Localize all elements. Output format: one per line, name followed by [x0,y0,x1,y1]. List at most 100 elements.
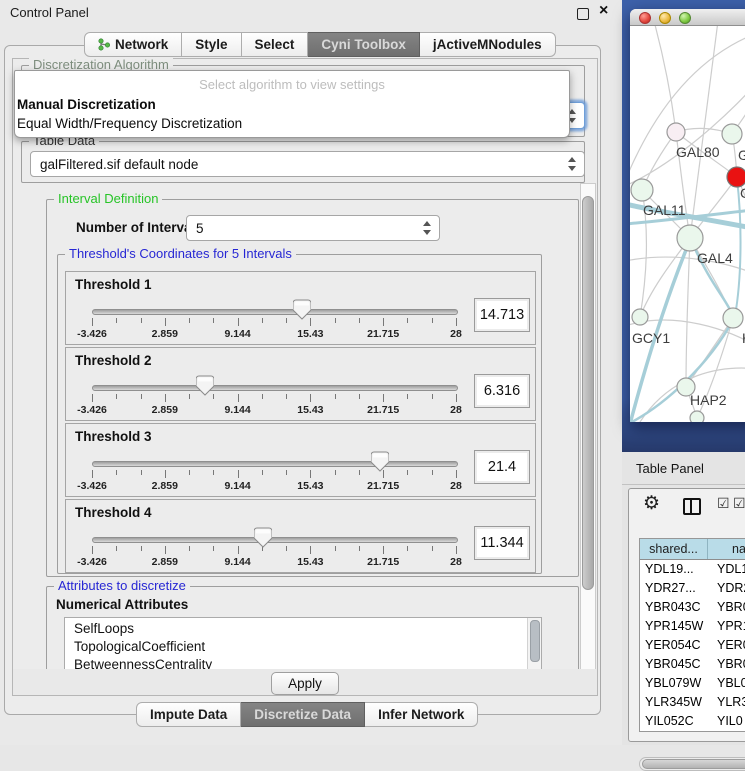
attributes-scroll-thumb[interactable] [530,620,540,662]
network-node-green[interactable] [677,225,703,251]
slider-tick [213,318,214,323]
table-row[interactable]: YBL079WYBL0 [640,674,745,693]
slider-tick [456,470,457,478]
network-node-pink[interactable] [667,123,685,141]
zoom-traffic-light-icon[interactable] [679,12,691,24]
table-cell[interactable]: YDL1 [712,560,745,579]
slider-tick [141,546,142,551]
tab-style[interactable]: Style [182,32,241,57]
slider-thumb[interactable] [196,375,214,396]
tab-cyni-toolbox[interactable]: Cyni Toolbox [308,32,420,57]
table-row[interactable]: YDR27...YDR2 [640,579,745,598]
num-intervals-combobox[interactable]: 5 [186,215,440,241]
network-node-green[interactable] [632,309,648,325]
network-view-window[interactable]: GAL80GACGAL11GAL4GCY1HHAP2 [630,9,745,422]
checkbox-icon[interactable]: ☑ [733,495,745,512]
slider-tick-label: 2.859 [152,556,178,568]
table-row[interactable]: YLR345WYLR3 [640,693,745,712]
table-cell[interactable]: YIL0 [712,712,745,731]
network-node-green[interactable] [690,411,704,422]
slider-tick [116,470,117,475]
settings-scrollbar[interactable] [580,183,596,671]
slider-thumb[interactable] [254,527,272,548]
slider-track[interactable] [92,537,458,543]
float-window-icon[interactable] [577,8,589,20]
slider-thumb[interactable] [293,299,311,320]
network-node-red[interactable] [727,167,745,187]
attribute-list-item[interactable]: SelfLoops [65,620,541,638]
slider-track[interactable] [92,461,458,467]
network-edge[interactable] [690,26,718,238]
table-cell[interactable]: YBR043C [640,598,712,617]
slider-tick-label: 15.43 [297,328,323,340]
attributes-list-scrollbar[interactable] [527,618,541,670]
table-row[interactable]: YBR045CYBR0 [640,655,745,674]
table-cell[interactable]: YBL0 [712,674,745,693]
table-hscroll-thumb[interactable] [642,759,745,769]
network-node-green[interactable] [723,308,743,328]
slider-tick [432,394,433,399]
table-cell[interactable]: YDR2 [712,579,745,598]
table-data-combobox[interactable]: galFiltered.sif default node [30,151,585,177]
table-cell[interactable]: YBR0 [712,655,745,674]
column-header-shared-name[interactable]: shared... [640,539,708,559]
table-cell[interactable]: YER054C [640,636,712,655]
table-row[interactable]: YPR145WYPR1 [640,617,745,636]
tab-select[interactable]: Select [242,32,309,57]
table-cell[interactable]: YLR3 [712,693,745,712]
slider-thumb[interactable] [371,451,389,472]
apply-button[interactable]: Apply [271,672,339,695]
attribute-list-item[interactable]: TopologicalCoefficient [65,638,541,656]
network-edge[interactable] [654,26,676,132]
close-traffic-light-icon[interactable] [639,12,651,24]
network-edge[interactable] [686,318,733,387]
threshold-value-field[interactable]: 14.713 [474,298,530,332]
table-horizontal-scrollbar[interactable] [639,757,745,771]
tab-discretize-data[interactable]: Discretize Data [241,702,365,727]
table-cell[interactable]: YLR345W [640,693,712,712]
column-header-name[interactable]: na [708,539,745,559]
close-icon[interactable]: × [599,2,608,20]
tab-impute-data[interactable]: Impute Data [136,702,241,727]
tab-infer-network[interactable]: Infer Network [365,702,478,727]
threshold-value-field[interactable]: 21.4 [474,450,530,484]
table-row[interactable]: YDL19...YDL1 [640,560,745,579]
slider-tick-label: -3.426 [77,480,107,492]
minimize-traffic-light-icon[interactable] [659,12,671,24]
gear-icon[interactable]: ⚙ [643,492,660,515]
network-node-green[interactable] [722,124,742,144]
network-canvas[interactable]: GAL80GACGAL11GAL4GCY1HHAP2 [630,26,745,422]
table-cell[interactable]: YDL19... [640,560,712,579]
table-cell[interactable]: YPR1 [712,617,745,636]
attribute-list-item[interactable]: BetweennessCentrality [65,656,541,670]
table-cell[interactable]: YER0 [712,636,745,655]
table-row[interactable]: YBR043CYBR0 [640,598,745,617]
table-cell[interactable]: YBL079W [640,674,712,693]
tab-network[interactable]: Network [84,32,182,57]
numerical-attributes-list[interactable]: SelfLoopsTopologicalCoefficientBetweenne… [64,617,542,670]
slider-tick [456,546,457,554]
slider-tick [116,318,117,323]
table-cell[interactable]: YIL052C [640,712,712,731]
network-edge[interactable] [686,238,690,387]
slider-tick-label: 9.144 [224,328,250,340]
popup-option[interactable]: Manual Discretization [17,97,156,112]
control-panel-titlebar: Control Panel × [0,0,622,26]
popup-option[interactable]: Equal Width/Frequency Discretization [17,116,242,131]
table-row[interactable]: YIL052CYIL0 [640,712,745,731]
threshold-value-field[interactable]: 6.316 [474,374,530,408]
slider-tick-label: 15.43 [297,480,323,492]
split-column-icon[interactable] [683,498,701,515]
table-cell[interactable]: YDR27... [640,579,712,598]
tab-jactivemnodules[interactable]: jActiveMNodules [420,32,556,57]
settings-scroll-thumb[interactable] [582,196,594,590]
table-cell[interactable]: YBR0 [712,598,745,617]
network-node-green[interactable] [631,179,653,201]
slider-track[interactable] [92,385,458,391]
table-cell[interactable]: YBR045C [640,655,712,674]
table-cell[interactable]: YPR145W [640,617,712,636]
threshold-value-field[interactable]: 11.344 [474,526,530,560]
slider-track[interactable] [92,309,458,315]
checkbox-icon[interactable]: ☑ [717,495,730,512]
table-row[interactable]: YER054CYER0 [640,636,745,655]
